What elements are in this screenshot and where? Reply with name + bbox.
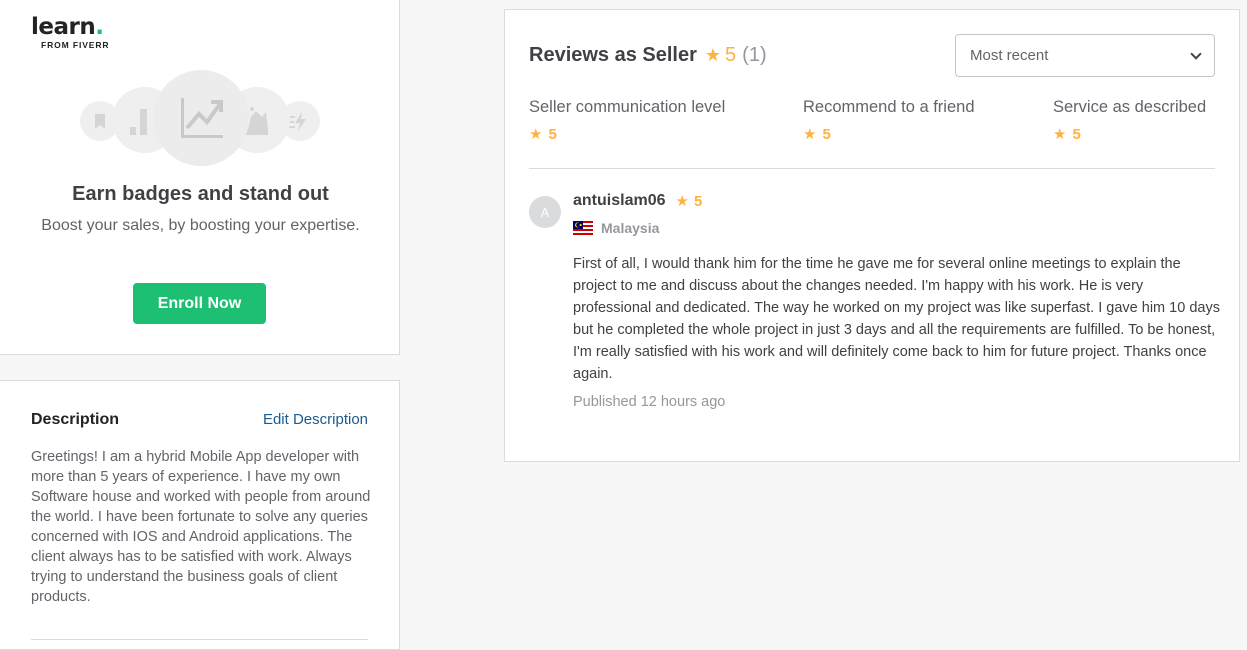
star-icon: ★: [704, 45, 722, 65]
star-icon: ★: [803, 126, 817, 143]
star-icon: ★: [1053, 126, 1067, 143]
reviews-count: (1): [742, 44, 767, 66]
reviews-divider: [529, 168, 1215, 169]
country-name: Malaysia: [601, 220, 660, 236]
description-card: Description Edit Description Greetings! …: [0, 380, 400, 650]
reviews-title: Reviews as Seller: [529, 44, 697, 66]
growth-chart-badge: [153, 70, 249, 166]
reviewer-score: 5: [693, 192, 703, 210]
description-divider: [31, 639, 368, 640]
metric-label: Service as described: [1053, 98, 1207, 116]
logo-dot: .: [95, 14, 104, 40]
metric-service: Service as described ★ 5: [1053, 98, 1206, 143]
logo-text: learn: [31, 14, 96, 40]
trend-up-icon: [181, 98, 223, 138]
star-icon: ★: [529, 126, 543, 143]
sort-selected-value: Most recent: [970, 47, 1049, 64]
star-icon: ★: [675, 193, 689, 210]
reviews-score: 5: [725, 44, 737, 66]
edit-description-link[interactable]: Edit Description: [263, 411, 368, 428]
metric-label: Seller communication level: [529, 98, 726, 116]
metric-label: Recommend to a friend: [803, 98, 975, 116]
learn-card: learn. FROM FIVERR Earn badges and stand…: [0, 0, 400, 355]
malaysia-flag-icon: [573, 221, 593, 235]
metric-score: 5: [822, 125, 831, 143]
review-published-time: Published 12 hours ago: [573, 394, 726, 410]
reviewer-header: antuislam06 ★ 5: [573, 192, 702, 210]
enroll-now-button[interactable]: Enroll Now: [133, 283, 266, 324]
learn-subtitle: Boost your sales, by boosting your exper…: [41, 217, 360, 234]
metric-score: 5: [548, 125, 557, 143]
learn-logo[interactable]: learn. FROM FIVERR: [31, 14, 109, 50]
badges-illustration: [0, 60, 401, 180]
avatar[interactable]: A: [529, 196, 561, 228]
description-title: Description: [31, 411, 120, 428]
review-text: First of all, I would thank him for the …: [573, 256, 1220, 382]
reviews-card: Reviews as Seller ★ 5 (1) Most recent Se…: [504, 9, 1240, 462]
reviews-heading: Reviews as Seller ★ 5 (1): [529, 44, 767, 67]
reviewer-name[interactable]: antuislam06: [573, 192, 665, 210]
metric-score: 5: [1072, 125, 1081, 143]
chevron-down-icon: [1190, 47, 1202, 60]
reviewer-country: Malaysia: [573, 220, 659, 236]
learn-title: Earn badges and stand out: [72, 183, 329, 205]
metric-recommend: Recommend to a friend ★ 5: [803, 98, 975, 143]
description-body: Greetings! I am a hybrid Mobile App deve…: [31, 449, 371, 605]
logo-subtitle: FROM FIVERR: [41, 40, 110, 50]
metric-communication: Seller communication level ★ 5: [529, 98, 725, 143]
sort-dropdown[interactable]: Most recent: [955, 34, 1215, 77]
